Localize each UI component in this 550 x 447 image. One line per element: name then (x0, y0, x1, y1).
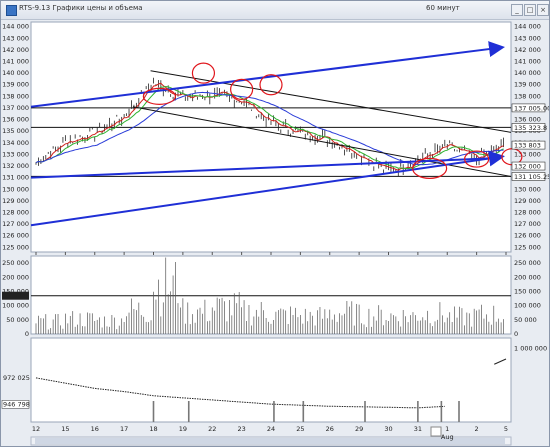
x-axis-label: 12 (32, 425, 40, 433)
volume-pane[interactable] (30, 255, 512, 335)
price-pane[interactable] (30, 21, 512, 253)
volume-axis-label-right: 50 000 (514, 316, 537, 324)
price-axis-label-right: 139 000 (514, 81, 541, 89)
volume-axis-label-left: 200 000 (2, 273, 29, 281)
price-axis-label-left: 136 000 (2, 116, 29, 124)
x-axis-label: 18 (149, 425, 157, 433)
price-axis-label-right: 136 000 (514, 116, 541, 124)
x-axis-label: 26 (326, 425, 334, 433)
x-axis-label: 5 (504, 425, 508, 433)
x-axis-label: 19 (179, 425, 187, 433)
volume-axis-label-left: 50 000 (6, 316, 29, 324)
price-axis-label-right: 128 000 (514, 209, 541, 217)
price-axis-label-left: 125 000 (2, 243, 29, 251)
x-axis-label: 22 (208, 425, 216, 433)
volume-axis-label-right: 200 000 (514, 273, 541, 281)
price-axis-label-left: 128 000 (2, 209, 29, 217)
chart-window: RTS-9.13 Графики цены и объема 60 минут … (0, 0, 550, 447)
price-axis-label-left: 138 000 (2, 92, 29, 100)
title-bar[interactable]: RTS-9.13 Графики цены и объема 60 минут … (1, 1, 549, 20)
x-axis-label: 1 (445, 425, 449, 433)
scrollbar-thumb[interactable] (35, 438, 505, 444)
volume-axis-label-right: 250 000 (514, 259, 541, 267)
price-tag: 131 105.25 (514, 173, 549, 181)
volume-current-value: 47 634 (3, 292, 26, 300)
price-axis-label-left: 132 000 (2, 162, 29, 170)
x-axis-label: 17 (120, 425, 128, 433)
price-axis-label-left: 142 000 (2, 46, 29, 54)
maximize-button[interactable]: □ (524, 4, 536, 16)
close-button[interactable]: × (537, 4, 549, 16)
volume-axis-label-right: 0 (514, 330, 518, 338)
oi-axis-label: 1 000 000 (514, 345, 547, 353)
price-axis-label-left: 129 000 (2, 197, 29, 205)
price-axis-label-right: 127 000 (514, 220, 541, 228)
app-icon (6, 5, 17, 16)
price-tag: 137 005.00 (514, 104, 549, 112)
month-label: Aug (441, 433, 454, 441)
x-axis-label: 25 (296, 425, 304, 433)
price-axis-label-right: 129 000 (514, 197, 541, 205)
price-axis-label-left: 139 000 (2, 81, 29, 89)
price-axis-label-left: 140 000 (2, 69, 29, 77)
price-axis-label-right: 126 000 (514, 232, 541, 240)
x-axis-label: 31 (414, 425, 422, 433)
volume-axis-label-left: 250 000 (2, 259, 29, 267)
timeframe-label: 60 минут (426, 4, 460, 12)
minimize-button[interactable]: _ (511, 4, 523, 16)
window-title: RTS-9.13 Графики цены и объема (19, 4, 143, 12)
price-axis-label-left: 130 000 (2, 185, 29, 193)
volume-axis-label-right: 150 000 (514, 287, 541, 295)
x-axis-label: 30 (384, 425, 392, 433)
price-axis-label-right: 130 000 (514, 185, 541, 193)
price-axis-label-right: 138 000 (514, 92, 541, 100)
price-axis-label-right: 142 000 (514, 46, 541, 54)
price-axis-label-left: 143 000 (2, 34, 29, 42)
oi-current-value: 946 798 (3, 400, 30, 408)
x-axis-label: 2 (475, 425, 479, 433)
price-axis-label-right: 141 000 (514, 57, 541, 65)
volume-axis-label-left: 0 (25, 330, 29, 338)
volume-axis-label-right: 100 000 (514, 302, 541, 310)
x-axis-label: 16 (91, 425, 99, 433)
price-tag: 133 803 (514, 142, 541, 150)
price-axis-label-left: 127 000 (2, 220, 29, 228)
oi-start-value: 972 025 (3, 374, 30, 382)
price-axis-label-left: 126 000 (2, 232, 29, 240)
price-axis-label-left: 133 000 (2, 150, 29, 158)
price-axis-label-left: 131 000 (2, 174, 29, 182)
oi-pane[interactable] (30, 337, 512, 423)
price-axis-label-left: 144 000 (2, 23, 29, 31)
price-axis-label-left: 135 000 (2, 127, 29, 135)
price-tag: 135 323.8 (514, 124, 547, 132)
chart-area[interactable]: 144 000 144 000 143 000 143 000 142 000 142 0… (1, 19, 549, 447)
price-axis-label-right: 133 000 (514, 150, 541, 158)
price-axis-label-left: 141 000 (2, 57, 29, 65)
aug-marker (430, 426, 442, 437)
price-axis-label-right: 144 000 (514, 23, 541, 31)
price-tag: 132 000 (514, 163, 541, 171)
price-axis-label-left: 137 000 (2, 104, 29, 112)
volume-axis-label-left: 100 000 (2, 302, 29, 310)
price-axis-label-right: 143 000 (514, 34, 541, 42)
x-axis-label: 24 (267, 425, 275, 433)
x-axis-label: 15 (61, 425, 69, 433)
price-axis-label-right: 125 000 (514, 243, 541, 251)
price-axis-label-right: 140 000 (514, 69, 541, 77)
x-axis-label: 29 (355, 425, 363, 433)
price-axis-label-left: 134 000 (2, 139, 29, 147)
x-axis-label: 23 (237, 425, 245, 433)
